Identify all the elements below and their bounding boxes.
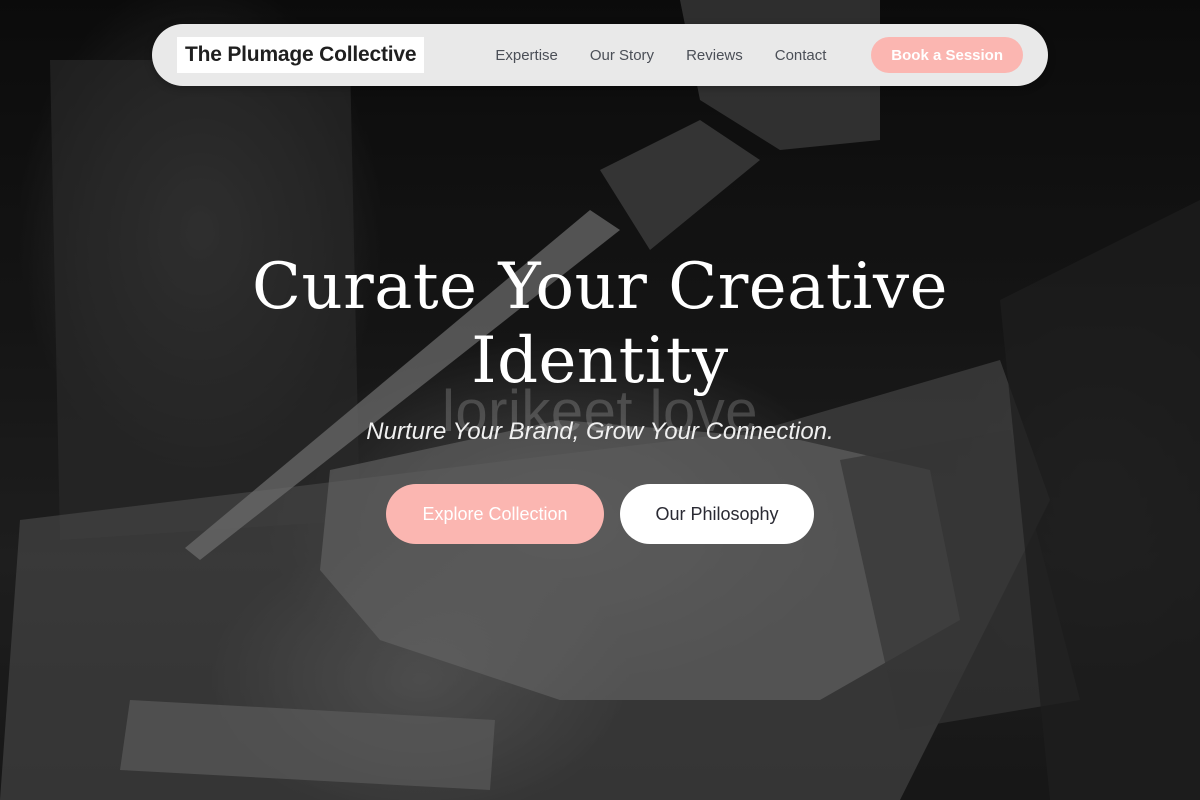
book-session-button[interactable]: Book a Session (871, 37, 1023, 73)
nav-links: Expertise Our Story Reviews Contact (495, 47, 826, 64)
nav-link-expertise[interactable]: Expertise (495, 47, 558, 64)
nav-link-reviews[interactable]: Reviews (686, 47, 743, 64)
top-navbar: The Plumage Collective Expertise Our Sto… (152, 24, 1048, 86)
nav-link-our-story[interactable]: Our Story (590, 47, 654, 64)
our-philosophy-button[interactable]: Our Philosophy (620, 484, 814, 544)
hero-title: Curate Your Creative Identity (251, 250, 949, 398)
brand-logo[interactable]: The Plumage Collective (177, 37, 425, 73)
explore-collection-button[interactable]: Explore Collection (386, 484, 604, 544)
hero-section: lorikeet love Curate Your Creative Ident… (0, 250, 1200, 544)
hero-buttons: Explore Collection Our Philosophy (0, 484, 1200, 544)
hero-subtitle: Nurture Your Brand, Grow Your Connection… (366, 418, 834, 445)
nav-link-contact[interactable]: Contact (775, 47, 827, 64)
